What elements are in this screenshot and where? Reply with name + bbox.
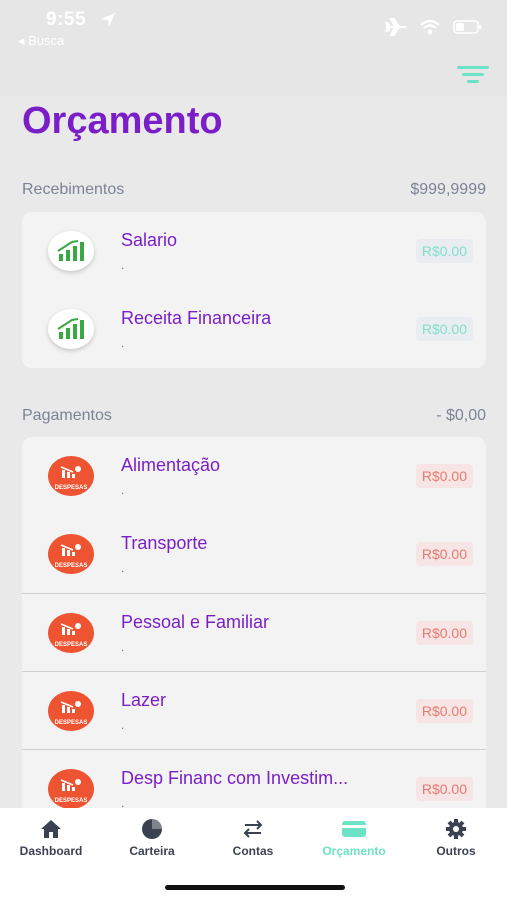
pagamentos-total: - $0,00 [436,407,486,424]
filter-icon[interactable] [455,62,491,88]
expense-icon: DESPESAS [48,613,94,653]
pie-chart-icon [142,819,162,839]
amount-badge: R$0.00 [415,239,473,263]
back-to-search-link[interactable]: ◂ Busca [18,33,64,49]
wifi-icon [420,19,440,35]
row-title: Lazer [121,690,167,710]
status-time: 9:55 [46,9,87,30]
pagamentos-card: DESPESAS Alimentação . R$0.00 DESPESAS T… [22,437,486,817]
row-subtitle: . [121,640,125,654]
home-icon [41,820,61,838]
expense-row-alimentacao[interactable]: DESPESAS Alimentação . R$0.00 [22,437,486,515]
expense-icon-label: DESPESAS [54,563,88,569]
expense-icon: DESPESAS [48,769,94,809]
expense-row-transporte[interactable]: DESPESAS Transporte . R$0.00 [22,515,486,593]
amount-badge: R$0.00 [415,621,473,645]
recebimentos-header: Recebimentos $999,9999 [22,181,486,199]
tab-label: Carteira [129,844,175,858]
recebimentos-card: Salario . R$0.00 Receita Financeira . R$… [22,212,486,368]
recebimentos-total: $999,9999 [410,181,486,198]
page-title: Orçamento [22,100,223,142]
row-title: Salario [121,230,178,250]
pagamentos-label: Pagamentos [22,407,112,424]
income-row-salario[interactable]: Salario . R$0.00 [22,212,486,290]
tab-carteira[interactable]: Carteira [107,818,197,858]
transfer-icon [243,820,263,838]
row-subtitle: . [121,561,125,575]
tab-label: Orçamento [322,844,386,858]
expense-row-pessoal-familiar[interactable]: DESPESAS Pessoal e Familiar . R$0.00 [22,593,486,671]
tab-orcamento[interactable]: Orçamento [309,818,399,858]
location-arrow-icon [101,13,115,27]
gear-icon [446,819,466,839]
expense-icon-label: DESPESAS [54,642,88,648]
income-chart-icon [48,309,94,349]
amount-badge: R$0.00 [415,777,473,801]
recebimentos-label: Recebimentos [22,181,125,198]
row-title: Transporte [121,533,208,553]
expense-icon-label: DESPESAS [54,720,88,726]
row-subtitle: . [121,483,125,497]
row-subtitle: . [121,718,125,732]
tab-outros[interactable]: Outros [411,818,501,858]
expense-icon: DESPESAS [48,456,94,496]
row-subtitle: . [121,258,125,272]
amount-badge: R$0.00 [415,464,473,488]
amount-badge: R$0.00 [415,699,473,723]
tab-label: Outros [436,844,476,858]
income-chart-icon [48,231,94,271]
battery-icon [453,20,482,34]
amount-badge: R$0.00 [415,317,473,341]
tab-contas[interactable]: Contas [208,818,298,858]
airplane-icon [385,18,406,36]
expense-icon: DESPESAS [48,691,94,731]
expense-row-desp-financ[interactable]: DESPESAS Desp Financ com Investim... . R… [22,749,486,817]
home-indicator [165,885,345,890]
budget-card-icon [342,821,366,837]
amount-badge: R$0.00 [415,542,473,566]
tab-label: Contas [232,844,274,858]
expense-row-lazer[interactable]: DESPESAS Lazer . R$0.00 [22,671,486,749]
pagamentos-header: Pagamentos - $0,00 [22,407,486,425]
row-title: Receita Financeira [121,308,272,328]
row-subtitle: . [121,336,125,350]
status-bar: 9:55 ◂ Busca [0,0,507,96]
income-row-receita-financeira[interactable]: Receita Financeira . R$0.00 [22,290,486,368]
row-title: Pessoal e Familiar [121,612,270,632]
tab-label: Dashboard [19,844,83,858]
expense-icon-label: DESPESAS [54,485,88,491]
status-icons [385,18,483,36]
row-title: Alimentação [121,455,221,475]
expense-icon-label: DESPESAS [54,798,88,804]
tab-dashboard[interactable]: Dashboard [6,818,96,858]
row-title: Desp Financ com Investim... [121,768,349,788]
expense-icon: DESPESAS [48,534,94,574]
